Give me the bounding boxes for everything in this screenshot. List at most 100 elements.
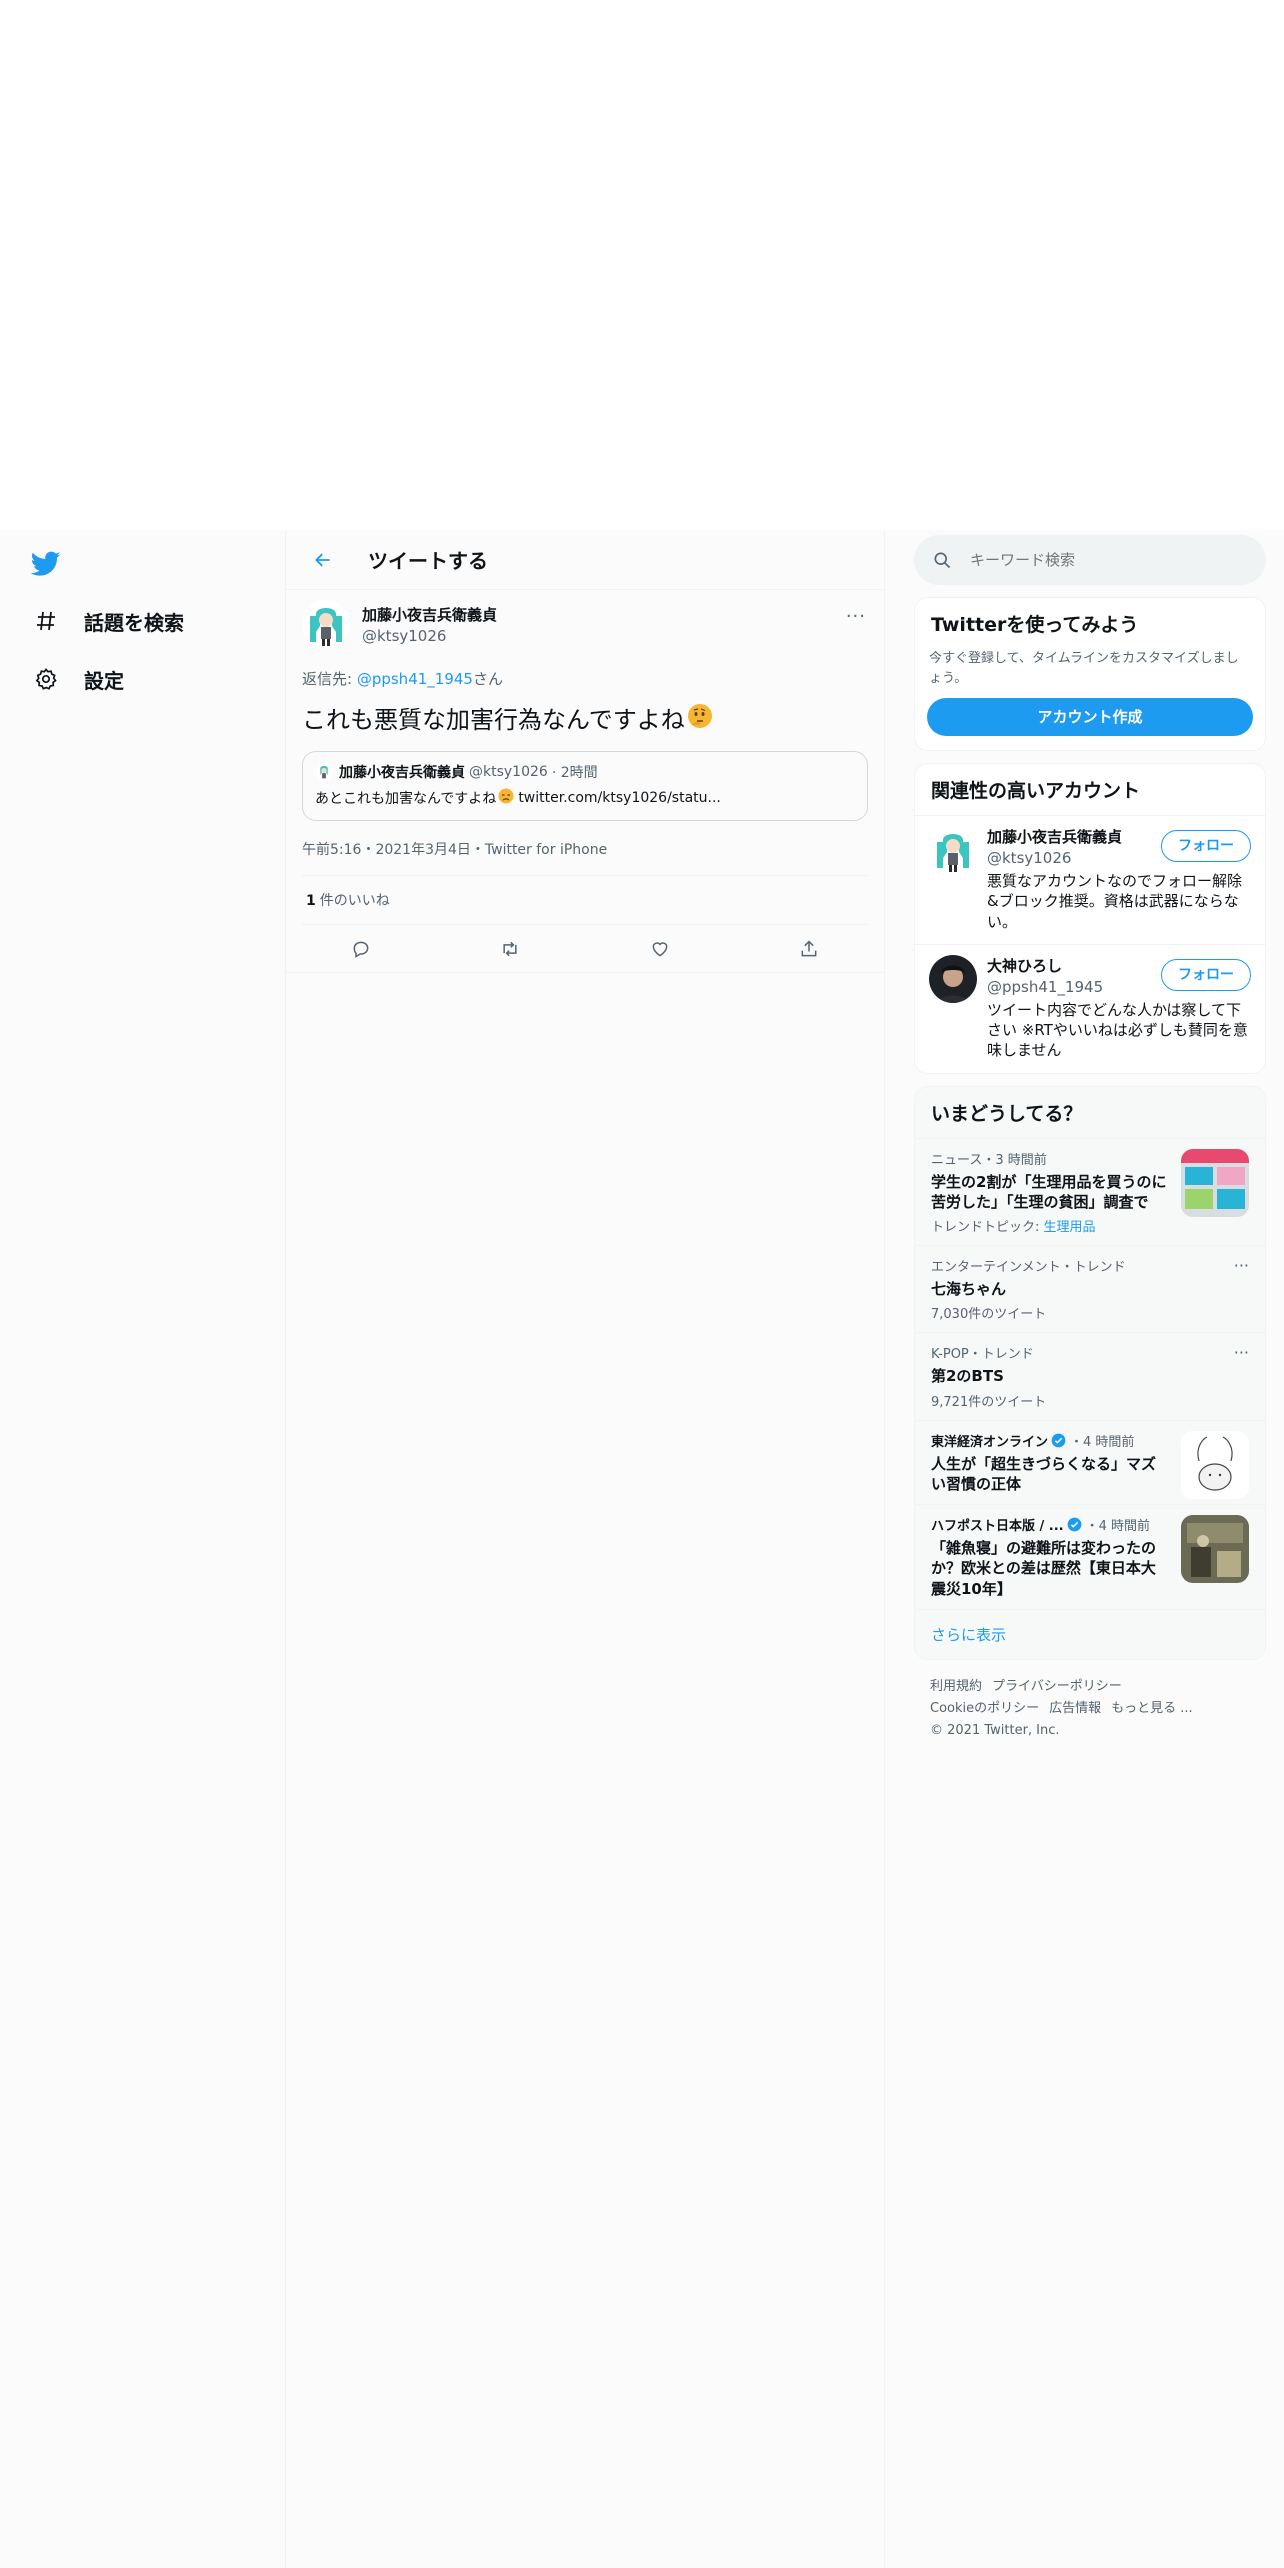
trend-source-name: 東洋経済オンライン: [931, 1434, 1049, 1450]
show-more-link[interactable]: さらに表示: [915, 1608, 1265, 1659]
verified-badge-icon: [1051, 1433, 1066, 1448]
trend-name: 「雑魚寝」の避難所は変わったのか？欧米との差は歴然【東日本大震災10年】: [931, 1539, 1157, 1598]
avatar[interactable]: [302, 600, 350, 648]
trends-card: いまどうしてる？ ニュース・3 時間前 学生の2割が「生理用品を買うのに苦労した…: [914, 1085, 1266, 1660]
trend-name: 第2のBTS: [931, 1367, 1004, 1386]
twitter-logo-icon[interactable]: [22, 540, 70, 588]
related-title: 関連性の高いアカウント: [931, 780, 1141, 802]
quoted-link[interactable]: twitter.com/ktsy1026/statu...: [518, 790, 721, 806]
quoted-tweet[interactable]: 加藤小夜吉兵衛義貞 @ktsy1026 · 2時間 あとこれも加害なんですよね …: [302, 751, 868, 822]
trend-item[interactable]: K-POP・トレンド 第2のBTS 9,721件のツイート ···: [915, 1332, 1265, 1419]
footer-link-terms[interactable]: 利用規約: [930, 1679, 982, 1694]
likes-label: 件のいいね: [319, 893, 390, 910]
trend-thumbnail: [1181, 1515, 1249, 1583]
trend-name: 七海ちゃん: [931, 1280, 1007, 1298]
quoted-tweet-header: 加藤小夜吉兵衛義貞 @ktsy1026 · 2時間: [315, 762, 855, 782]
nav-settings-label: 設定: [84, 668, 124, 693]
trend-meta: ニュース・3 時間前: [931, 1152, 1047, 1168]
tweet-actions: [286, 925, 884, 974]
signup-card: Twitterを使ってみよう 今すぐ登録して、タイムラインをカスタマイズしましょ…: [914, 597, 1266, 751]
footer: 利用規約 プライバシーポリシー Cookieのポリシー 広告情報 もっと見る ... …: [914, 1660, 1266, 1758]
footer-link-privacy[interactable]: プライバシーポリシー: [992, 1679, 1122, 1694]
reply-handle-link[interactable]: @ppsh41_1945: [357, 670, 473, 688]
search-icon: [932, 550, 952, 570]
create-account-button[interactable]: アカウント作成: [927, 698, 1253, 736]
quoted-author-name: 加藤小夜吉兵衛義貞: [339, 765, 465, 782]
more-options-icon[interactable]: ···: [1234, 1343, 1249, 1362]
trend-source: 東洋経済オンライン ・4 時間前: [931, 1431, 1169, 1450]
footer-row: 利用規約 プライバシーポリシー: [930, 1676, 1250, 1698]
trend-sub: 7,030件のツイート: [931, 1307, 1047, 1323]
author-handle[interactable]: @ktsy1026: [362, 627, 497, 645]
author-name[interactable]: 加藤小夜吉兵衛義貞: [362, 604, 497, 625]
trend-time: ・4 時間前: [1070, 1434, 1135, 1450]
avatar: [929, 954, 977, 1003]
quoted-avatar: [315, 763, 333, 782]
signup-desc: 今すぐ登録して、タイムラインをカスタマイズしましょう。: [929, 651, 1239, 686]
account-desc: ツイート内容でどんな人かは察して下さい ※RTやいいねは必ずしも賛同を意味しませ…: [987, 1000, 1248, 1060]
footer-link-ads[interactable]: 広告情報: [1049, 1701, 1101, 1716]
like-heart-icon[interactable]: [642, 931, 678, 967]
trend-sub: 9,721件のツイート: [931, 1394, 1047, 1410]
hashtag-icon: [28, 603, 64, 639]
footer-row: Cookieのポリシー 広告情報 もっと見る ...: [930, 1698, 1250, 1720]
trend-meta: エンターテインメント・トレンド: [931, 1260, 1126, 1275]
main-header: ツイートする: [286, 530, 884, 590]
reply-to: 返信先: @ppsh41_1945さん: [302, 668, 868, 689]
footer-link-more[interactable]: もっと見る ...: [1111, 1701, 1193, 1716]
signup-title: Twitterを使ってみよう: [931, 614, 1139, 636]
disappointed-face-emoji-icon: [498, 788, 514, 808]
reply-icon[interactable]: [343, 931, 379, 967]
follow-button[interactable]: フォロー: [1161, 958, 1251, 991]
thinking-face-emoji-icon: [687, 703, 713, 737]
trend-name: 人生が「超生きづらくなる」マズい習慣の正体: [931, 1454, 1157, 1493]
trend-sub-prefix: トレンドトピック:: [931, 1220, 1044, 1235]
trend-item[interactable]: エンターテインメント・トレンド 七海ちゃん 7,030件のツイート ···: [915, 1245, 1265, 1332]
trend-meta: K-POP・トレンド: [931, 1347, 1034, 1363]
back-arrow-icon[interactable]: [306, 543, 340, 577]
more-options-icon[interactable]: ···: [1234, 1256, 1249, 1275]
search-box[interactable]: [914, 535, 1266, 585]
share-icon[interactable]: [791, 931, 827, 967]
trend-source: ハフポスト日本版 / ... ・4 時間前: [931, 1515, 1169, 1534]
more-options-icon[interactable]: ···: [846, 606, 866, 627]
trend-item[interactable]: ハフポスト日本版 / ... ・4 時間前 「雑魚寝」の避難所は変わったのか？欧…: [915, 1504, 1265, 1609]
footer-link-cookies[interactable]: Cookieのポリシー: [930, 1701, 1039, 1716]
page: 話題を検索 設定 ツイートする 加藤小夜吉兵衛義貞 @ktsy1026 ··· …: [0, 0, 1284, 2568]
trend-sub: トレンドトピック: 生理用品: [931, 1216, 1169, 1235]
main-column: ツイートする 加藤小夜吉兵衛義貞 @ktsy1026 ··· 返信先: @pps…: [285, 530, 885, 2568]
nav-explore-label: 話題を検索: [84, 610, 184, 635]
quoted-text: あとこれも加害なんですよね twitter.com/ktsy1026/statu…: [315, 788, 855, 808]
trend-item[interactable]: 東洋経済オンライン ・4 時間前 人生が「超生きづらくなる」マズい習慣の正体: [915, 1419, 1265, 1505]
trend-topic-link[interactable]: 生理用品: [1044, 1220, 1096, 1235]
account-item[interactable]: 加藤小夜吉兵衛義貞 @ktsy1026 悪質なアカウントなのでフォロー解除&ブロ…: [915, 815, 1265, 944]
reply-suffix: さん: [472, 670, 503, 688]
related-accounts-card: 関連性の高いアカウント 加藤小夜吉兵衛義貞 @ktsy1026 悪質なアカウント…: [914, 763, 1266, 1074]
trend-item[interactable]: ニュース・3 時間前 学生の2割が「生理用品を買うのに苦労した」「生理の貧困」調…: [915, 1137, 1265, 1246]
retweet-icon[interactable]: [492, 931, 528, 967]
right-sidebar: Twitterを使ってみよう 今すぐ登録して、タイムラインをカスタマイズしましょ…: [914, 535, 1266, 1758]
trends-title: いまどうしてる？: [931, 1102, 1083, 1125]
reply-prefix: 返信先:: [302, 670, 357, 688]
trend-thumbnail: [1181, 1430, 1249, 1499]
tweet-author: 加藤小夜吉兵衛義貞 @ktsy1026: [362, 604, 497, 645]
trend-thumbnail: [1181, 1148, 1249, 1217]
avatar: [929, 826, 977, 874]
gear-icon: [28, 661, 64, 697]
nav-explore[interactable]: 話題を検索: [22, 592, 272, 650]
tweet-header: 加藤小夜吉兵衛義貞 @ktsy1026 ···: [302, 600, 868, 662]
nav-settings[interactable]: 設定: [22, 650, 272, 708]
copyright: © 2021 Twitter, Inc.: [930, 1722, 1060, 1738]
left-nav: 話題を検索 設定: [22, 540, 272, 708]
account-item[interactable]: 大神ひろし @ppsh41_1945 ツイート内容でどんな人かは察して下さい ※…: [915, 943, 1265, 1073]
quoted-body: あとこれも加害なんですよね: [315, 791, 497, 808]
account-desc: 悪質なアカウントなのでフォロー解除&ブロック推奨。資格は武器にならない。: [987, 872, 1243, 931]
page-title: ツイートする: [368, 549, 488, 573]
tweet: 加藤小夜吉兵衛義貞 @ktsy1026 ··· 返信先: @ppsh41_194…: [286, 590, 884, 974]
verified-badge-icon: [1067, 1517, 1082, 1532]
quoted-time: · 2時間: [551, 765, 598, 782]
likes-count[interactable]: 1 件のいいね: [302, 876, 868, 926]
follow-button[interactable]: フォロー: [1161, 830, 1251, 862]
tweet-timestamp[interactable]: 午前5:16・2021年3月4日・Twitter for iPhone: [302, 839, 868, 877]
search-input[interactable]: [970, 551, 1230, 569]
